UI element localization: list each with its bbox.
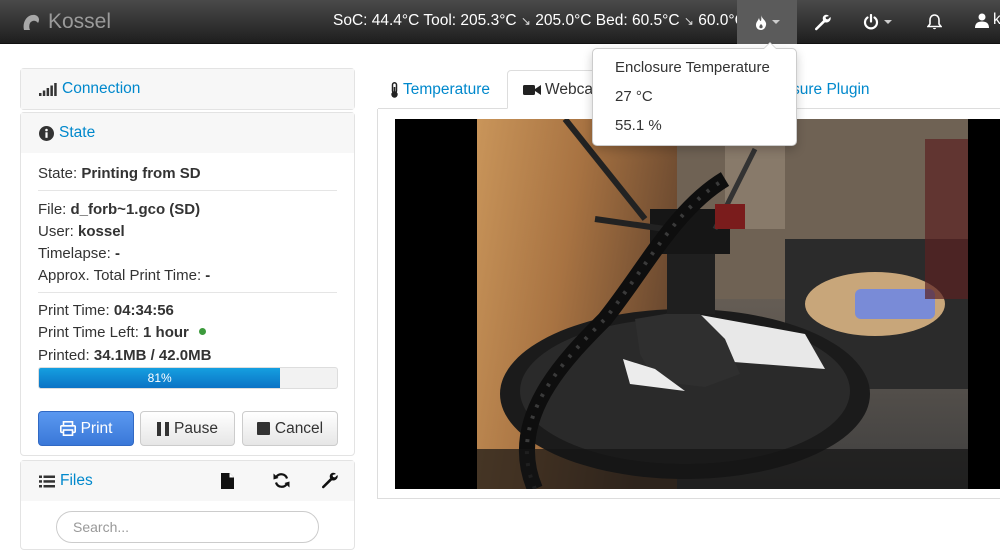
- approx-label: Approx. Total Print Time:: [38, 267, 202, 284]
- tab-temperature-label: Temperature: [403, 80, 491, 98]
- username: k: [993, 11, 1000, 28]
- refresh-button[interactable]: [273, 472, 295, 494]
- tool-temp: Tool: 205.3°C: [423, 12, 517, 29]
- time-left-row: Print Time Left: 1 hour: [38, 324, 207, 341]
- print-progress-bar: 81%: [38, 367, 338, 389]
- connection-header[interactable]: Connection: [21, 69, 354, 109]
- brand-name: Kossel: [48, 10, 112, 33]
- enclosure-temperature: 27 °C: [615, 88, 653, 105]
- print-time-value: 04:34:56: [113, 302, 174, 319]
- file-settings-button[interactable]: [321, 472, 343, 494]
- print-button[interactable]: Print: [38, 411, 134, 446]
- temperature-status: SoC: 44.4°C Tool: 205.3°C ↘ 205.0°C Bed:…: [333, 12, 746, 30]
- info-icon: [39, 125, 54, 141]
- enclosure-title: Enclosure Temperature: [615, 59, 770, 76]
- webcam-stream[interactable]: [395, 119, 1000, 489]
- files-title: Files: [60, 472, 93, 489]
- state-label: State:: [38, 165, 78, 182]
- settings-button[interactable]: [807, 0, 837, 44]
- file-value: d_forb~1.gco (SD): [70, 201, 201, 218]
- printed-label: Printed:: [38, 347, 90, 364]
- pause-label: Pause: [174, 419, 218, 437]
- caret-down-icon: [771, 20, 780, 24]
- list-icon: [39, 475, 55, 487]
- printed-row: Printed: 34.1MB / 42.0MB: [38, 347, 211, 364]
- brand[interactable]: Kossel: [20, 9, 111, 35]
- tab-temperature[interactable]: Temperature: [390, 70, 490, 109]
- stop-icon: [256, 422, 270, 435]
- webcam-image: [395, 119, 1000, 489]
- enclosure-menu-button[interactable]: [737, 0, 797, 44]
- video-camera-icon: [523, 84, 541, 95]
- bed-arrow-icon: ↘: [683, 14, 694, 28]
- approx-print-time-row: Approx. Total Print Time: -: [38, 267, 210, 284]
- connection-panel: Connection: [20, 68, 355, 110]
- thermometer-icon: [391, 81, 398, 98]
- wrench-icon: [321, 472, 338, 489]
- connection-title: Connection: [62, 80, 141, 97]
- upload-file-button[interactable]: [221, 473, 239, 494]
- power-icon: [863, 14, 879, 30]
- printer-icon: [59, 421, 76, 436]
- print-time-label: Print Time:: [38, 302, 110, 319]
- enclosure-dropdown: Enclosure Temperature 27 °C 55.1 %: [592, 42, 797, 146]
- enclosure-humidity: 55.1 %: [615, 117, 662, 134]
- user-row: User: kossel: [38, 223, 125, 240]
- timelapse-label: Timelapse:: [38, 245, 111, 262]
- state-title: State: [59, 124, 96, 141]
- print-time-row: Print Time: 04:34:56: [38, 302, 174, 319]
- tab-enclosure-plugin[interactable]: sure Plugin: [792, 70, 870, 109]
- state-row: State: Printing from SD: [38, 165, 201, 182]
- wrench-icon: [814, 14, 831, 30]
- user-menu[interactable]: k: [975, 11, 1000, 29]
- timelapse-row: Timelapse: -: [38, 245, 120, 262]
- tool-arrow-icon: ↘: [520, 14, 531, 28]
- tool-target: 205.0°C: [535, 12, 592, 29]
- file-search-input[interactable]: Search...: [56, 511, 319, 543]
- cancel-label: Cancel: [274, 419, 324, 437]
- bell-icon: [926, 14, 942, 30]
- time-left-label: Print Time Left:: [38, 324, 139, 341]
- progress-fill: 81%: [39, 368, 281, 388]
- user-value: kossel: [78, 223, 125, 240]
- state-header[interactable]: State: [21, 113, 354, 153]
- pause-icon: [157, 421, 170, 436]
- divider: [38, 292, 337, 293]
- caret-down-icon: [884, 20, 892, 24]
- system-menu-button[interactable]: [855, 0, 900, 44]
- file-label: File:: [38, 201, 67, 218]
- octoprint-logo-icon: [23, 14, 39, 30]
- soc-temp: SoC: 44.4°C: [333, 12, 420, 29]
- tab-enclosure-plugin-label: sure Plugin: [792, 80, 870, 98]
- navbar: Kossel SoC: 44.4°C Tool: 205.3°C ↘ 205.0…: [0, 0, 1000, 44]
- user-icon: [975, 13, 989, 28]
- progress-label: 81%: [147, 371, 172, 385]
- print-label: Print: [80, 419, 113, 437]
- files-header[interactable]: Files: [21, 461, 354, 501]
- approx-value: -: [205, 267, 211, 284]
- refresh-icon: [273, 473, 290, 488]
- notifications-button[interactable]: [920, 0, 948, 44]
- timelapse-value: -: [114, 245, 120, 262]
- estimate-quality-dot-icon[interactable]: [199, 328, 207, 335]
- user-label: User:: [38, 223, 74, 240]
- state-value: Printing from SD: [81, 165, 201, 182]
- cancel-button[interactable]: Cancel: [242, 411, 338, 446]
- file-icon: [221, 473, 234, 489]
- divider: [38, 190, 337, 191]
- state-panel: State: [20, 112, 355, 456]
- bed-temp: Bed: 60.5°C: [595, 12, 680, 29]
- file-row: File: d_forb~1.gco (SD): [38, 201, 200, 218]
- pause-button[interactable]: Pause: [140, 411, 235, 446]
- flame-icon: [755, 14, 766, 30]
- time-left-value: 1 hour: [143, 324, 189, 341]
- printed-value: 34.1MB / 42.0MB: [93, 347, 212, 364]
- signal-icon: [39, 82, 57, 96]
